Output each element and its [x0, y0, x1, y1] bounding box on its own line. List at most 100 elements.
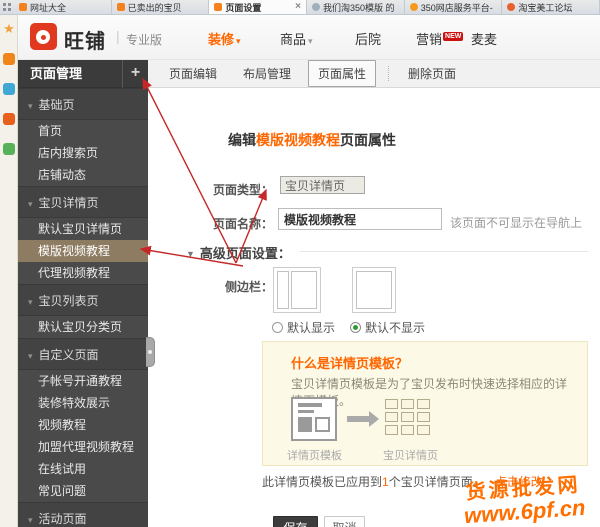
logo-divider: |: [116, 28, 120, 44]
sidebar-item-zhuangxiutexiao[interactable]: 装修特效展示: [18, 392, 148, 414]
menu-zhuangxiu[interactable]: 装修 ▾: [208, 29, 241, 48]
page-name-input[interactable]: [278, 208, 442, 230]
sidebar-item-mobanshipinjiaocheng-selected[interactable]: 模版视频教程: [18, 240, 148, 262]
browser-tab[interactable]: 我们淘350模版 的: [307, 0, 405, 14]
bookmark-icon[interactable]: [3, 53, 15, 65]
info-left-caption: 详情页模板: [287, 450, 342, 462]
menu-yingxiao[interactable]: 营销 NEW: [416, 29, 464, 48]
tab-label: 页面设置: [225, 2, 262, 13]
radio-checked-icon[interactable]: [350, 322, 361, 333]
radio-default-hide[interactable]: 默认不显示: [350, 319, 425, 336]
page-properties-panel: 编辑模版视频教程页面属性 页面类型： 页面名称： 该页面不可显示在导航上 ▼高级…: [148, 88, 600, 527]
sidebar-item-moren-baobeixiangqingye[interactable]: 默认宝贝详情页: [18, 218, 148, 240]
tab-close-icon[interactable]: ×: [295, 2, 301, 12]
tab-favicon-icon: [214, 3, 223, 11]
tab-label: 350网店服务平台-: [420, 2, 493, 13]
favorite-star-icon[interactable]: ★: [3, 22, 15, 35]
bookmark-icon[interactable]: [3, 83, 15, 95]
menu-houyuan[interactable]: 后院: [355, 29, 381, 48]
radio-unchecked-icon[interactable]: [272, 322, 283, 333]
sidebar-section-huodongyemian[interactable]: ▾ 活动页面: [18, 502, 148, 527]
sidebar-setting-label: 侧边栏：: [224, 280, 273, 294]
new-badge: NEW: [443, 32, 464, 41]
sidebar-item-shouye[interactable]: 首页: [18, 120, 148, 142]
sidebar-item-zizhanghao[interactable]: 子帐号开通教程: [18, 370, 148, 392]
browser-grid-icon[interactable]: [0, 0, 14, 14]
tab-page-properties-active[interactable]: 页面属性: [308, 60, 377, 87]
sidebar-collapse-handle[interactable]: [146, 337, 155, 367]
page-name-hint: 该页面不可显示在导航上: [450, 216, 583, 230]
advanced-settings-toggle[interactable]: ▼ 高级页面设置：: [186, 243, 291, 262]
caret-down-icon: ▾: [28, 297, 33, 307]
sidebar-item-dianneisousuoye[interactable]: 店内搜索页: [18, 142, 148, 164]
main-area: 页面编辑 布局管理 页面属性 删除页面 编辑模版视频教程页面属性 页面类型： 页…: [148, 60, 600, 527]
applied-count: 1: [382, 475, 389, 489]
sidebar-item-zaixianshiyong[interactable]: 在线试用: [18, 458, 148, 480]
triangle-down-icon: ▼: [186, 249, 195, 259]
page-title: 编辑模版视频教程页面属性: [228, 132, 396, 148]
tab-label: 我们淘350模版 的: [323, 2, 395, 13]
chevron-down-icon: ▾: [236, 36, 241, 46]
tab-label: 淘宝美工论坛: [518, 2, 573, 13]
sidebar-item-dianpudongtai[interactable]: 店铺动态: [18, 164, 148, 186]
info-box-title: 什么是详情页模板？: [291, 356, 409, 371]
sidebar-hide-preview[interactable]: [352, 267, 396, 313]
page-name-label: 页面名称：: [212, 217, 273, 231]
tab-divider: [388, 66, 390, 81]
template-info-box: 什么是详情页模板？ 宝贝详情页模板是为了宝贝发布时快速选择相应的详情页模板。 详…: [262, 341, 588, 466]
sidebar-section-jichuye[interactable]: ▾ 基础页: [18, 88, 148, 120]
browser-tab[interactable]: 网址大全: [14, 0, 112, 14]
browser-tab-bar: 网址大全 已卖出的宝贝 页面设置 × 我们淘350模版 的 350网店服务平台-…: [0, 0, 600, 15]
app-logo-text: 旺铺: [64, 31, 106, 53]
save-button[interactable]: 保存: [273, 516, 318, 527]
browser-side-strip: ★: [0, 15, 18, 527]
bookmark-icon[interactable]: [3, 113, 15, 125]
sidebar-item-shipinjiaocheng[interactable]: 视频教程: [18, 414, 148, 436]
edition-label: 专业版: [126, 33, 163, 47]
sidebar-item-moren-baobeifenleiye[interactable]: 默认宝贝分类页: [18, 316, 148, 338]
tab-favicon-icon: [312, 3, 321, 11]
radio-label: 默认显示: [287, 321, 336, 335]
sidebar-show-preview[interactable]: [273, 267, 321, 313]
tab-delete-page[interactable]: 删除页面: [399, 61, 465, 86]
sidebar-section-zidingyiyemian[interactable]: ▾ 自定义页面: [18, 338, 148, 370]
wangpu-logo-icon: [30, 23, 57, 50]
cancel-button[interactable]: 取消: [324, 516, 365, 527]
page-type-input: [280, 176, 365, 194]
tab-favicon-icon: [507, 3, 516, 11]
browser-tab-active[interactable]: 页面设置 ×: [209, 0, 308, 14]
tab-label: 已卖出的宝贝: [127, 2, 182, 13]
sidebar-item-jiameng[interactable]: 加盟代理视频教程: [18, 436, 148, 458]
screenshot-root: 网址大全 已卖出的宝贝 页面设置 × 我们淘350模版 的 350网店服务平台-…: [0, 0, 600, 527]
browser-tab[interactable]: 350网店服务平台-: [405, 0, 503, 14]
tab-label: 网址大全: [30, 2, 67, 13]
caret-down-icon: ▾: [28, 515, 33, 525]
add-page-button[interactable]: +: [122, 60, 148, 88]
preview-full-column: [356, 271, 392, 309]
right-arrow-icon: [347, 411, 379, 427]
detail-pages-grid-icon: [385, 399, 430, 435]
sidebar-section-baobeixiangqingye[interactable]: ▾ 宝贝详情页: [18, 186, 148, 218]
browser-tab[interactable]: 已卖出的宝贝: [112, 0, 210, 14]
sidebar-section-baobeiliebiaoye[interactable]: ▾ 宝贝列表页: [18, 284, 148, 316]
menu-maimai[interactable]: 麦麦: [471, 29, 497, 48]
preview-sidebar-column: [277, 271, 289, 309]
tab-page-edit[interactable]: 页面编辑: [160, 61, 226, 86]
radio-label: 默认不显示: [365, 321, 426, 335]
browser-tab[interactable]: 淘宝美工论坛: [502, 0, 600, 14]
tab-favicon-icon: [19, 3, 27, 11]
sidebar-header: 页面管理 +: [18, 60, 148, 88]
sidebar-item-dailishipinjiaocheng[interactable]: 代理视频教程: [18, 262, 148, 284]
tab-layout-manage[interactable]: 布局管理: [234, 61, 300, 86]
radio-default-show[interactable]: 默认显示: [272, 319, 335, 336]
bookmark-icon[interactable]: [3, 143, 15, 155]
tab-favicon-icon: [409, 3, 418, 11]
caret-down-icon: ▾: [28, 199, 33, 209]
page-title-highlight: 模版视频教程: [256, 132, 340, 148]
menu-shangpin[interactable]: 商品 ▾: [280, 29, 313, 48]
chevron-down-icon: ▾: [308, 36, 313, 46]
preview-content-column: [291, 271, 317, 309]
sidebar-item-changjianwenti[interactable]: 常见问题: [18, 480, 148, 502]
app-header: 旺铺 | 专业版 装修 ▾ 商品 ▾ 后院 营销 NEW 麦麦: [18, 15, 600, 60]
sidebar-list: ▾ 基础页 首页 店内搜索页 店铺动态 ▾ 宝贝详情页 默认宝贝详情页 模版视频教程…: [18, 88, 148, 527]
